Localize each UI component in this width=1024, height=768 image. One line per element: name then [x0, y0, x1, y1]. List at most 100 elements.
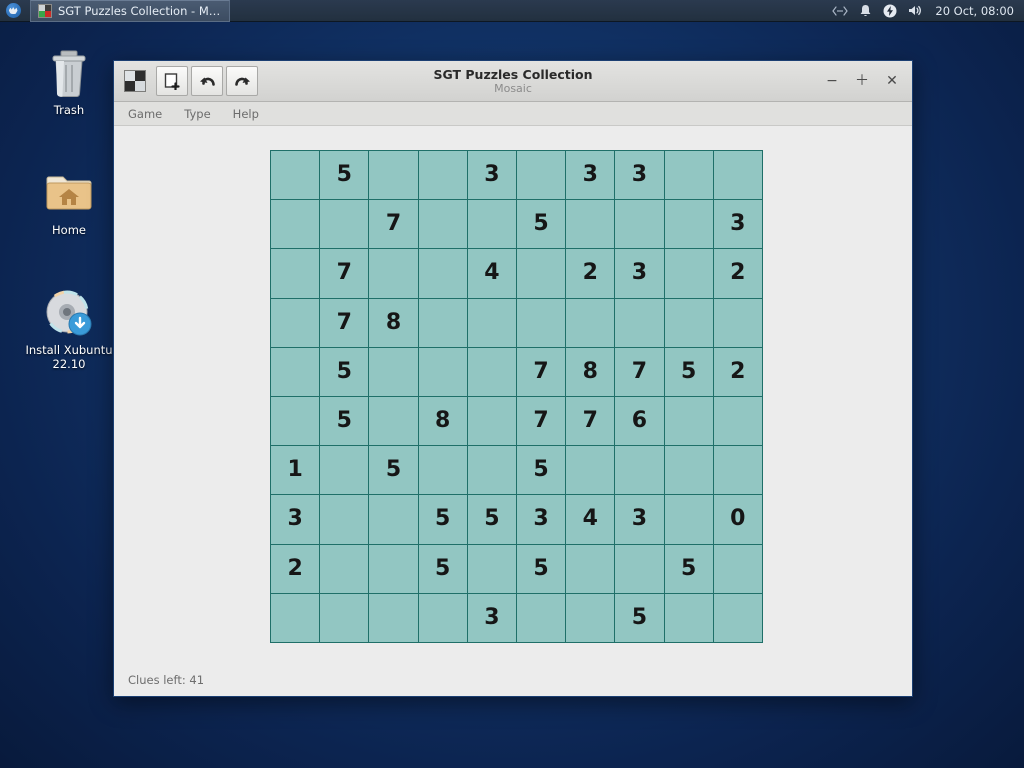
mosaic-cell[interactable]	[419, 151, 467, 199]
mosaic-cell[interactable]: 2	[271, 545, 319, 593]
desktop-icon-install-xubuntu[interactable]: Install Xubuntu 22.10	[14, 288, 124, 371]
close-button[interactable]: ✕	[878, 67, 906, 95]
mosaic-cell[interactable]: 3	[615, 249, 663, 297]
mosaic-cell[interactable]	[714, 151, 762, 199]
mosaic-cell[interactable]: 5	[665, 348, 713, 396]
mosaic-cell[interactable]: 3	[615, 495, 663, 543]
mosaic-cell[interactable]	[271, 151, 319, 199]
menu-type[interactable]: Type	[184, 107, 210, 121]
mosaic-cell[interactable]: 5	[468, 495, 516, 543]
mosaic-cell[interactable]	[369, 594, 417, 642]
mosaic-cell[interactable]	[271, 299, 319, 347]
mosaic-cell[interactable]	[566, 594, 614, 642]
mosaic-cell[interactable]	[517, 299, 565, 347]
mosaic-cell[interactable]: 1	[271, 446, 319, 494]
mosaic-cell[interactable]	[665, 249, 713, 297]
mosaic-cell[interactable]: 4	[566, 495, 614, 543]
mosaic-cell[interactable]: 5	[615, 594, 663, 642]
mosaic-cell[interactable]	[665, 151, 713, 199]
mosaic-cell[interactable]	[369, 249, 417, 297]
new-game-button[interactable]	[156, 66, 188, 96]
mosaic-cell[interactable]	[714, 446, 762, 494]
mosaic-cell[interactable]: 8	[369, 299, 417, 347]
redo-button[interactable]	[226, 66, 258, 96]
mosaic-cell[interactable]	[369, 348, 417, 396]
mosaic-cell[interactable]: 7	[320, 299, 368, 347]
mosaic-cell[interactable]	[419, 594, 467, 642]
mosaic-cell[interactable]	[517, 594, 565, 642]
mosaic-cell[interactable]: 5	[320, 348, 368, 396]
mosaic-cell[interactable]: 5	[517, 545, 565, 593]
mosaic-cell[interactable]	[419, 249, 467, 297]
mosaic-cell[interactable]: 3	[468, 594, 516, 642]
mosaic-cell[interactable]	[566, 299, 614, 347]
mosaic-cell[interactable]: 3	[714, 200, 762, 248]
mosaic-cell[interactable]	[271, 397, 319, 445]
mosaic-cell[interactable]: 6	[615, 397, 663, 445]
mosaic-cell[interactable]: 3	[468, 151, 516, 199]
mosaic-cell[interactable]: 5	[419, 495, 467, 543]
mosaic-cell[interactable]: 3	[517, 495, 565, 543]
whisker-menu-icon[interactable]	[0, 0, 26, 22]
mosaic-cell[interactable]: 7	[615, 348, 663, 396]
mosaic-cell[interactable]	[320, 495, 368, 543]
mosaic-cell[interactable]	[714, 397, 762, 445]
menu-game[interactable]: Game	[128, 107, 162, 121]
mosaic-cell[interactable]	[665, 495, 713, 543]
mosaic-cell[interactable]: 5	[665, 545, 713, 593]
mosaic-cell[interactable]	[468, 200, 516, 248]
mosaic-cell[interactable]	[320, 594, 368, 642]
mosaic-cell[interactable]	[419, 299, 467, 347]
mosaic-cell[interactable]	[419, 348, 467, 396]
volume-icon[interactable]	[908, 4, 924, 17]
mosaic-grid[interactable]: 5333753742327857875258776155355343025553…	[270, 150, 763, 643]
mosaic-cell[interactable]	[419, 200, 467, 248]
minimize-button[interactable]: −	[818, 67, 846, 95]
mosaic-cell[interactable]	[271, 249, 319, 297]
mosaic-cell[interactable]	[320, 200, 368, 248]
mosaic-cell[interactable]	[369, 397, 417, 445]
mosaic-cell[interactable]	[271, 348, 319, 396]
desktop-icon-home[interactable]: Home	[14, 168, 124, 237]
mosaic-cell[interactable]	[419, 446, 467, 494]
mosaic-cell[interactable]: 5	[517, 446, 565, 494]
desktop-icon-trash[interactable]: Trash	[14, 48, 124, 117]
mosaic-cell[interactable]: 7	[369, 200, 417, 248]
mosaic-cell[interactable]	[468, 446, 516, 494]
mosaic-cell[interactable]	[665, 299, 713, 347]
mosaic-cell[interactable]	[566, 545, 614, 593]
mosaic-cell[interactable]	[714, 594, 762, 642]
mosaic-cell[interactable]: 2	[714, 249, 762, 297]
mosaic-cell[interactable]: 3	[615, 151, 663, 199]
mosaic-cell[interactable]	[665, 200, 713, 248]
mosaic-cell[interactable]: 5	[517, 200, 565, 248]
mosaic-cell[interactable]: 8	[566, 348, 614, 396]
mosaic-cell[interactable]	[665, 397, 713, 445]
mosaic-cell[interactable]	[615, 200, 663, 248]
mosaic-cell[interactable]	[320, 446, 368, 494]
mosaic-cell[interactable]	[517, 151, 565, 199]
mosaic-cell[interactable]: 5	[369, 446, 417, 494]
mosaic-cell[interactable]: 5	[320, 151, 368, 199]
mosaic-cell[interactable]	[615, 299, 663, 347]
mosaic-cell[interactable]: 2	[714, 348, 762, 396]
undo-button[interactable]	[191, 66, 223, 96]
mosaic-cell[interactable]: 5	[320, 397, 368, 445]
notifications-bell-icon[interactable]	[859, 4, 872, 18]
mosaic-cell[interactable]: 7	[517, 348, 565, 396]
mosaic-cell[interactable]	[714, 299, 762, 347]
mosaic-cell[interactable]	[369, 151, 417, 199]
taskbar-window-button[interactable]: SGT Puzzles Collection - Mo...	[30, 0, 230, 22]
puzzle-canvas[interactable]: 5333753742327857875258776155355343025553…	[114, 126, 912, 664]
mosaic-cell[interactable]	[468, 397, 516, 445]
mosaic-cell[interactable]: 3	[271, 495, 319, 543]
mosaic-cell[interactable]	[271, 200, 319, 248]
mosaic-cell[interactable]	[320, 545, 368, 593]
mosaic-cell[interactable]: 4	[468, 249, 516, 297]
mosaic-cell[interactable]	[468, 545, 516, 593]
mosaic-cell[interactable]	[615, 446, 663, 494]
mosaic-cell[interactable]: 7	[566, 397, 614, 445]
mosaic-cell[interactable]: 5	[419, 545, 467, 593]
menu-help[interactable]: Help	[233, 107, 259, 121]
mosaic-cell[interactable]	[468, 299, 516, 347]
